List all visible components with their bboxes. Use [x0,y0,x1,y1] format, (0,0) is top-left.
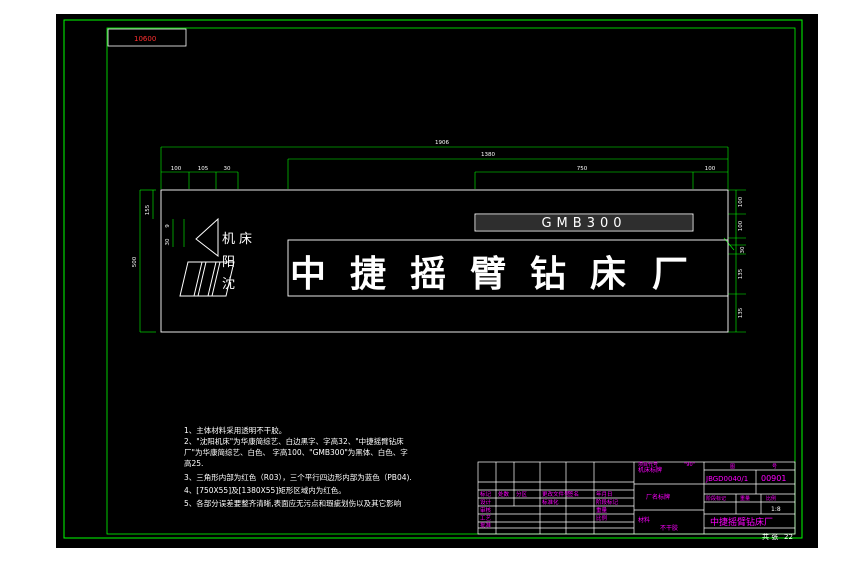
dim-top-1: 100 [171,166,182,172]
project-name: 厂名标牌 [646,493,670,501]
title-block-left-labels: 标记 处数 分区 更改文件号 签名 年月日 设计 标准化 阶段标记 重量 比例 … [480,490,619,529]
model-plate: GMB300 [541,216,626,231]
dim-1380: 1380 [481,152,495,158]
dim-small-9: 9 [165,224,171,228]
note-1: 1、主体材料采用透明不干胶。 [184,426,287,435]
sign-char-7: 厂 [652,254,688,295]
note-2: 2、"沈阳机床"为华康简综艺、白边黑字、字高32、"中捷摇臂钻床 [184,437,404,446]
dim-small-30: 30 [165,238,171,245]
svg-text:年月日: 年月日 [596,490,613,498]
tb-code-label-1: 图 [730,464,735,470]
svg-text:标记: 标记 [480,490,492,498]
sign-char-1: 中 [290,254,326,295]
dim-top-2: 105 [198,166,209,172]
note-6: 4、[750X55]及[1380X55]矩形区域内为红色。 [184,486,346,495]
material-label: 材料 [638,516,650,524]
note-4: 高25. [184,459,204,468]
svg-text:重量: 重量 [596,506,608,514]
cad-drawing: 10600 1906 1380 750 100 100 105 30 155 5… [63,19,803,541]
tb-top-label-1: 项目代号 [638,461,658,468]
svg-text:工艺: 工艺 [480,515,492,522]
stamp-code: 10600 [134,35,156,43]
tb-scale: 1:8 [771,506,781,513]
dim-right-5: 135 [738,307,744,318]
svg-text:设计: 设计 [480,498,492,506]
tb-sub-label-3: 比例 [766,495,776,502]
sign-char-3: 摇 [410,254,446,295]
drawing-number-a: JBGD0040/1 [705,475,748,483]
dim-right-1: 100 [738,196,744,207]
note-5: 3、三角形内部为红色（R03），三个平行四边形内部为蓝色（PB04). [184,473,412,482]
tb-sub-label-1: 阶段标记 [706,495,726,502]
dim-100-right: 100 [705,166,716,172]
dim-right-3: 30 [740,246,746,253]
svg-text:分区: 分区 [516,490,528,498]
svg-text:签名: 签名 [568,490,579,498]
sign-char-2: 捷 [350,254,386,295]
svg-text:处数: 处数 [498,490,510,498]
note-7: 5、各部分误差要整齐清晰,表面应无污点和瑕疵划伤以及其它影响 [184,499,402,508]
tb-model: "90" [684,462,695,468]
svg-text:比例: 比例 [596,514,608,522]
svg-text:标准化: 标准化 [542,498,559,506]
note-3: 厂"为华康简综艺、白色、 字高100、"GMB300"为黑体、白色、字 [184,448,408,457]
sheet-label: 共 张 [762,532,778,541]
company-name-title: 中捷摇臂钻床厂 [710,516,773,528]
logo-char-3: 阳 [222,255,235,270]
svg-text:审核: 审核 [480,506,492,514]
tb-code-label-2: 号 [772,464,777,470]
dim-750: 750 [577,166,588,172]
logo-char-1: 机 [222,232,235,247]
sheet-number: 22 [784,533,793,541]
drawing-number-b: 00901 [761,474,786,483]
logo-char-2: 床 [239,232,252,247]
sign-char-5: 钻 [530,254,566,295]
svg-text:阶段标记: 阶段标记 [596,498,619,506]
svg-text:批准: 批准 [480,521,492,529]
tb-sub-label-2: 重量 [740,495,750,502]
svg-text:更改文件号: 更改文件号 [542,490,570,498]
dim-right-2: 100 [738,220,744,231]
dim-left-500: 500 [132,256,138,267]
inner-frame [106,27,796,535]
cad-viewport[interactable]: 10600 1906 1380 750 100 100 105 30 155 5… [56,14,818,548]
material-value: 不干胶 [660,524,678,532]
sign-char-4: 臂 [470,254,506,295]
dim-overall-width: 1906 [435,140,449,146]
logo-char-4: 沈 [222,277,235,292]
company-name: 中 捷 摇 臂 钻 床 厂 [290,254,688,295]
dim-right-4: 135 [738,268,744,279]
dim-top-3: 30 [224,166,231,172]
dim-left-155: 155 [145,204,151,215]
sign-char-6: 床 [590,254,626,295]
